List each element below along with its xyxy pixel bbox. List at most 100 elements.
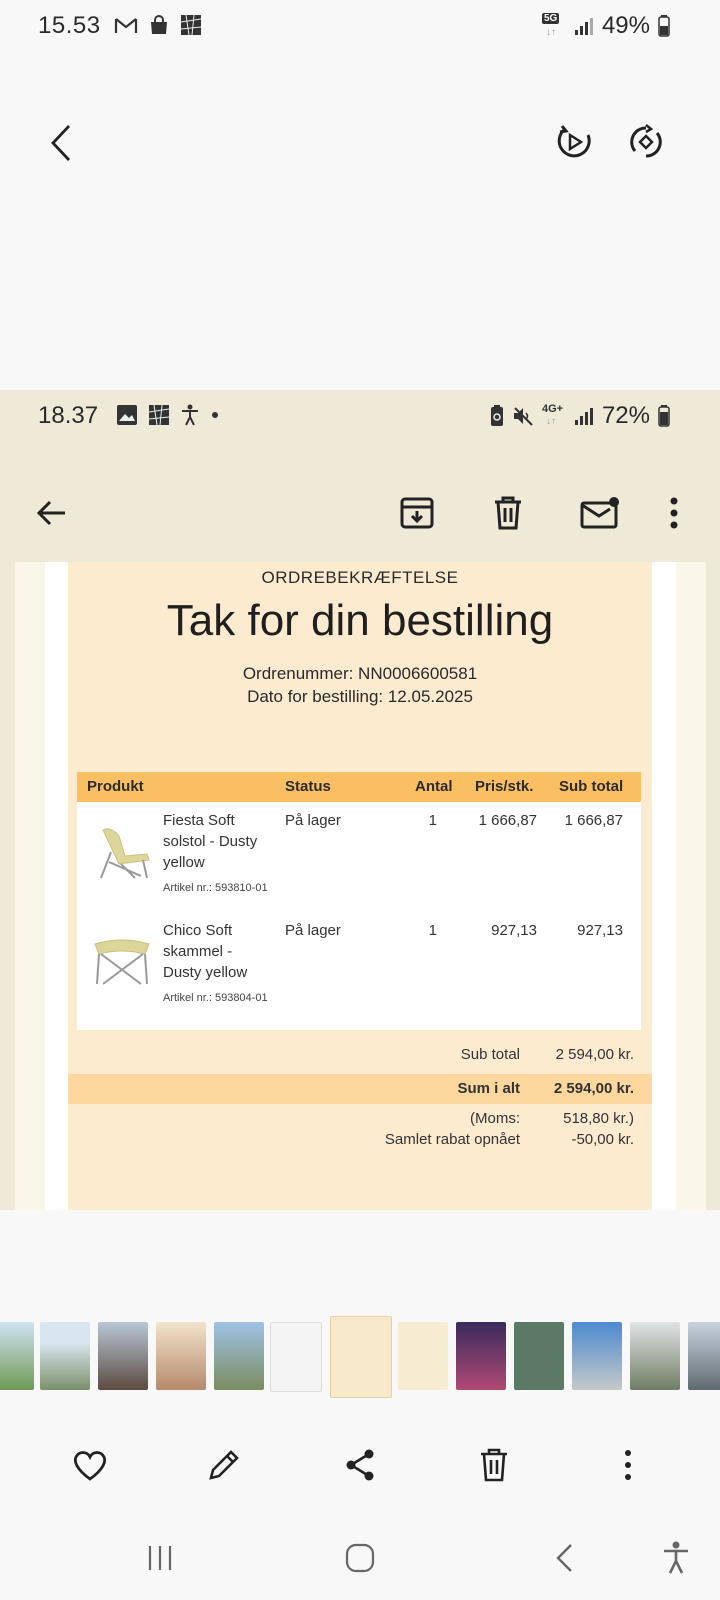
vat-value: 518,80 kr.) [563, 1110, 634, 1127]
edit-button[interactable] [200, 1441, 248, 1489]
share-button[interactable] [336, 1441, 384, 1489]
grand-total-value: 2 594,00 kr. [553, 1080, 634, 1097]
accessibility-button[interactable] [652, 1536, 700, 1580]
email-kicker: ORDREBEKRÆFTELSE [261, 568, 459, 587]
embedded-status-bar: 18.37 4G+ ↓↑ 72% [0, 390, 720, 444]
home-icon [345, 1543, 375, 1573]
product-name: Chico Soft skammel - Dusty yellow [163, 922, 248, 981]
product-qty: 1 [428, 922, 437, 939]
signal-icon [574, 18, 593, 35]
edit-icon [209, 1450, 239, 1480]
product-image-stool [94, 939, 150, 985]
back-button[interactable] [38, 120, 84, 166]
product-status: På lager [285, 812, 341, 829]
recents-button[interactable] [136, 1536, 184, 1580]
table-row: Fiesta Soft solstol - Dusty yellow Artik… [77, 810, 641, 920]
email-toolbar [0, 480, 720, 550]
thumbnail[interactable] [98, 1322, 148, 1390]
archive-icon [400, 497, 434, 529]
embedded-battery-percent: 72% [601, 402, 650, 429]
grand-total-row: Sum i alt 2 594,00 kr. [68, 1074, 652, 1104]
product-name: Fiesta Soft solstol - Dusty yellow [163, 812, 258, 871]
photo-content[interactable]: 18.37 4G+ ↓↑ 72% ORDREBEKRÆFTELSE Tak fo… [0, 390, 720, 1210]
thumbnail[interactable] [40, 1322, 90, 1390]
product-subtotal: 927,13 [577, 922, 623, 939]
battery-icon [658, 405, 670, 427]
thumbnail[interactable] [514, 1322, 564, 1390]
dot-icon [212, 412, 218, 418]
product-article: Artikel nr.: 593810-01 [163, 882, 268, 894]
thumbnail[interactable] [456, 1322, 506, 1390]
status-time: 15.53 [38, 12, 101, 39]
thumbnail[interactable] [398, 1322, 448, 1390]
gallery-app-icon [180, 14, 202, 36]
nav-back-icon [556, 1544, 572, 1572]
photo-action-bar [0, 1435, 720, 1495]
recents-icon [148, 1546, 172, 1570]
thumbnail[interactable] [688, 1322, 720, 1390]
motion-photo-button[interactable] [550, 118, 598, 166]
filmstrip[interactable] [0, 1316, 720, 1402]
table-row: Chico Soft skammel - Dusty yellow Artike… [77, 920, 641, 1030]
header-status: Status [285, 778, 331, 795]
thumbnail[interactable] [156, 1322, 206, 1390]
more-options-button[interactable] [608, 1441, 648, 1489]
battery-saver-icon [490, 405, 503, 426]
system-nav-bar [0, 1530, 720, 1586]
favorite-button[interactable] [66, 1441, 114, 1489]
trash-icon [495, 496, 521, 530]
grand-total-label: Sum i alt [457, 1080, 520, 1097]
thumbnail[interactable] [572, 1322, 622, 1390]
embedded-status-time: 18.37 [38, 402, 99, 429]
nav-back-button[interactable] [540, 1536, 588, 1580]
battery-percent: 49% [601, 12, 650, 39]
image-icon [117, 405, 137, 425]
header-product: Produkt [87, 778, 144, 795]
email-back-button[interactable] [28, 490, 74, 536]
order-number: Ordrenummer: NN0006600581 [242, 664, 478, 683]
delete-icon [481, 1448, 507, 1482]
shopping-bag-icon [151, 15, 167, 34]
thumbnail[interactable] [270, 1322, 322, 1392]
delete-email-button[interactable] [485, 490, 531, 536]
arrow-back-icon [36, 500, 65, 526]
email-more-button[interactable] [654, 490, 694, 536]
thumbnail-current[interactable] [330, 1316, 392, 1398]
thumbnail[interactable] [0, 1322, 34, 1390]
subtotal-value: 2 594,00 kr. [555, 1046, 634, 1063]
product-article: Artikel nr.: 593804-01 [163, 992, 268, 1004]
product-price: 927,13 [491, 922, 537, 939]
product-subtotal: 1 666,87 [564, 812, 623, 829]
delete-button[interactable] [470, 1441, 518, 1489]
thumbnail[interactable] [630, 1322, 680, 1390]
embedded-network-indicator: 4G+ ↓↑ [541, 403, 564, 427]
gallery-app-icon [148, 404, 170, 426]
mute-icon [513, 407, 533, 426]
motion-photo-icon [557, 125, 591, 158]
thumbnail[interactable] [214, 1322, 264, 1390]
product-image-chair [100, 828, 150, 879]
mark-unread-button[interactable] [575, 490, 625, 536]
header-price: Pris/stk. [475, 778, 534, 795]
home-button[interactable] [336, 1536, 384, 1580]
vat-label: (Moms: [470, 1110, 520, 1127]
subtotal-label: Sub total [460, 1046, 520, 1063]
viewer-toolbar [0, 110, 720, 180]
accessibility-icon [664, 1541, 688, 1574]
subtotal-row: Sub total 2 594,00 kr. [68, 1040, 652, 1070]
header-subtotal: Sub total [559, 778, 624, 795]
product-price: 1 666,87 [478, 812, 537, 829]
discount-label: Samlet rabat opnået [384, 1131, 520, 1148]
archive-button[interactable] [394, 490, 440, 536]
network-indicator: 5G ↓↑ [541, 13, 560, 38]
battery-icon [658, 15, 670, 37]
accessibility-small-icon [182, 404, 198, 426]
status-bar: 15.53 5G ↓↑ 49% [0, 0, 720, 54]
gmail-icon [114, 18, 138, 33]
table-header: Produkt Status Antal Pris/stk. Sub total [77, 772, 641, 802]
discount-value: -50,00 kr. [571, 1131, 634, 1148]
share-icon [346, 1449, 374, 1481]
product-qty: 1 [428, 812, 437, 829]
rotate-button[interactable] [622, 118, 670, 166]
header-qty: Antal [415, 778, 453, 795]
